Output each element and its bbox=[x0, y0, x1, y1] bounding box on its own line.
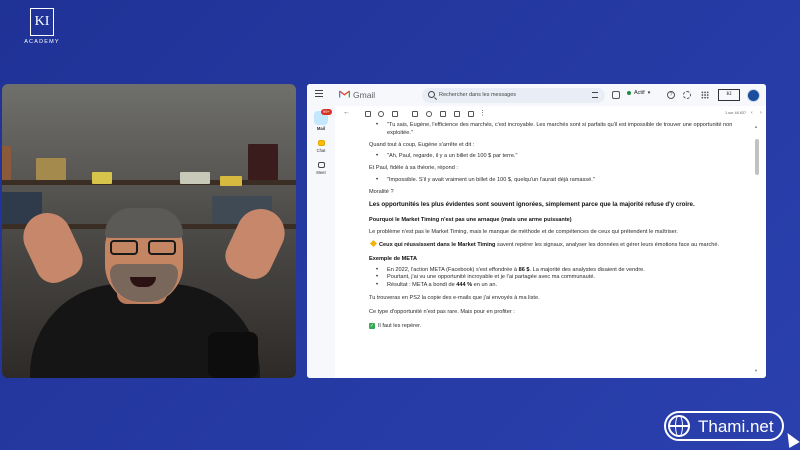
globe-icon bbox=[668, 415, 690, 437]
chevron-down-icon: ▾ bbox=[647, 90, 651, 96]
paragraph: Ce type d'opportunité n'est pas rare. Ma… bbox=[369, 308, 515, 315]
unread-badge: 99+ bbox=[321, 109, 332, 115]
mark-unread-icon[interactable] bbox=[412, 111, 418, 117]
section-heading: Exemple de META bbox=[369, 255, 418, 262]
rail-item-label: Meet bbox=[316, 170, 326, 175]
chat-icon bbox=[317, 140, 325, 146]
status-dot-icon bbox=[627, 91, 631, 95]
quote-item: "Impossible. S'il y avait vraiment un bi… bbox=[369, 177, 741, 185]
book bbox=[180, 172, 210, 184]
search-input[interactable]: Rechercher dans les messages bbox=[439, 92, 516, 98]
account-brand-logo[interactable]: KI bbox=[718, 89, 740, 101]
green-check-icon: ✓ bbox=[369, 323, 375, 330]
academy-logo-text: ACADEMY bbox=[24, 39, 60, 45]
book bbox=[92, 172, 112, 184]
more-options-icon[interactable]: ⋮ bbox=[479, 109, 486, 117]
settings-icon[interactable] bbox=[683, 91, 691, 99]
paragraph-text: savent repérer les signaux, analyser les… bbox=[495, 241, 720, 248]
rail-item-label: Mail bbox=[316, 126, 326, 131]
list-item: Résultat : META a bondi de 444 % en un a… bbox=[369, 282, 741, 290]
status-indicator[interactable]: Actif ▾ bbox=[627, 90, 650, 96]
bold-text: 444 % bbox=[456, 282, 473, 289]
academy-logo: KI ACADEMY bbox=[24, 8, 60, 45]
glasses bbox=[110, 240, 178, 256]
paragraph: Moralité ? bbox=[369, 188, 394, 195]
watermark-text: Thami.net bbox=[698, 417, 774, 436]
search-bar[interactable]: Rechercher dans les messages bbox=[422, 88, 605, 103]
status-settings-icon[interactable] bbox=[612, 91, 620, 99]
person-hair bbox=[105, 208, 183, 238]
status-label: Actif bbox=[634, 90, 645, 96]
label-icon[interactable] bbox=[468, 111, 474, 117]
search-icon[interactable] bbox=[428, 91, 435, 98]
scroll-up-arrow-icon[interactable]: ▲ bbox=[754, 124, 758, 129]
hamburger-icon[interactable] bbox=[315, 90, 323, 97]
add-task-icon[interactable] bbox=[440, 111, 446, 117]
list-text: Résultat : META a bondi de bbox=[387, 282, 457, 289]
apps-icon[interactable] bbox=[701, 91, 709, 99]
report-spam-icon[interactable] bbox=[378, 111, 384, 117]
paragraph: Ceux qui réussissent dans le Market Timi… bbox=[369, 239, 741, 250]
list-item: En 2022, l'action META (Facebook) s'est … bbox=[369, 267, 741, 275]
paragraph: Tu trouveras en PS2 la copie des e-mails… bbox=[369, 294, 540, 301]
scroll-down-arrow-icon[interactable]: ▼ bbox=[754, 368, 758, 373]
webcam-video bbox=[2, 84, 296, 378]
pagination-text: 1 sur 48 837 bbox=[725, 111, 747, 115]
bold-text: Ceux qui réussissent dans le Market Timi… bbox=[379, 241, 496, 248]
moral-text: Les opportunités les plus évidentes sont… bbox=[369, 200, 695, 208]
quote-item: "Tu sais, Eugène, l'efficience des march… bbox=[369, 122, 741, 138]
book bbox=[36, 158, 66, 180]
list-text: En 2022, l'action META (Facebook) s'est … bbox=[387, 266, 519, 273]
paragraph: Et Paul, fidèle à sa théorie, répond : bbox=[369, 165, 458, 172]
archive-icon[interactable] bbox=[365, 111, 371, 117]
section-heading: Pourquoi le Market Timing n'est pas une … bbox=[369, 217, 572, 224]
rail-item-meet[interactable]: Meet bbox=[307, 162, 335, 175]
gmail-logo-icon[interactable] bbox=[339, 90, 350, 98]
checklist-text: Il faut les repérer. bbox=[378, 322, 422, 329]
quote-item: "Ah, Paul, regarde, il y a un billet de … bbox=[369, 153, 741, 161]
help-icon[interactable]: ? bbox=[667, 91, 675, 99]
gmail-window: Gmail Rechercher dans les messages Actif… bbox=[307, 84, 766, 378]
bold-text: 86 $ bbox=[518, 266, 530, 273]
book bbox=[2, 146, 11, 180]
list-text: . La majorité des analystes disaient de … bbox=[529, 266, 645, 273]
book bbox=[220, 176, 242, 186]
academy-logo-mark: KI bbox=[30, 8, 54, 36]
newer-chevron-icon[interactable]: ‹ bbox=[751, 110, 753, 116]
paragraph: Le problème n'est pas le Market Timing, … bbox=[369, 229, 678, 236]
book bbox=[248, 144, 278, 180]
rail-item-mail[interactable]: Mail bbox=[307, 126, 335, 131]
list-item: Pourtant, j'ai vu une opportunité incroy… bbox=[369, 274, 741, 282]
thami-watermark: Thami.net bbox=[664, 411, 784, 441]
paragraph: Quand tout à coup, Eugène s'arrête et di… bbox=[369, 141, 475, 148]
scrollbar[interactable] bbox=[755, 139, 759, 175]
yellow-diamond-icon bbox=[369, 239, 378, 248]
filter-icon[interactable] bbox=[592, 92, 598, 98]
left-rail: 99+ Mail Chat Meet bbox=[307, 106, 335, 378]
gmail-header: Gmail Rechercher dans les messages Actif… bbox=[307, 84, 766, 106]
back-arrow-icon[interactable]: ← bbox=[343, 109, 350, 116]
rail-item-chat[interactable]: Chat bbox=[307, 140, 335, 153]
message-toolbar: ← ⋮ 1 sur 48 837 ‹ › bbox=[335, 106, 766, 122]
move-to-icon[interactable] bbox=[454, 111, 460, 117]
bookshelf bbox=[2, 180, 296, 185]
meet-icon bbox=[317, 162, 325, 168]
avatar[interactable] bbox=[747, 88, 760, 102]
gmail-app-name: Gmail bbox=[353, 90, 376, 100]
rail-item-label: Chat bbox=[316, 148, 326, 153]
list-text: en un an. bbox=[472, 282, 497, 289]
email-body: "Tu sais, Eugène, l'efficience des march… bbox=[369, 122, 741, 330]
mouse-cursor-icon bbox=[782, 429, 800, 449]
microphone bbox=[208, 332, 258, 378]
older-chevron-icon[interactable]: › bbox=[760, 110, 762, 116]
snooze-icon[interactable] bbox=[426, 111, 432, 117]
checklist-item: ✓ Il faut les repérer. bbox=[369, 323, 741, 331]
delete-icon[interactable] bbox=[392, 111, 398, 117]
